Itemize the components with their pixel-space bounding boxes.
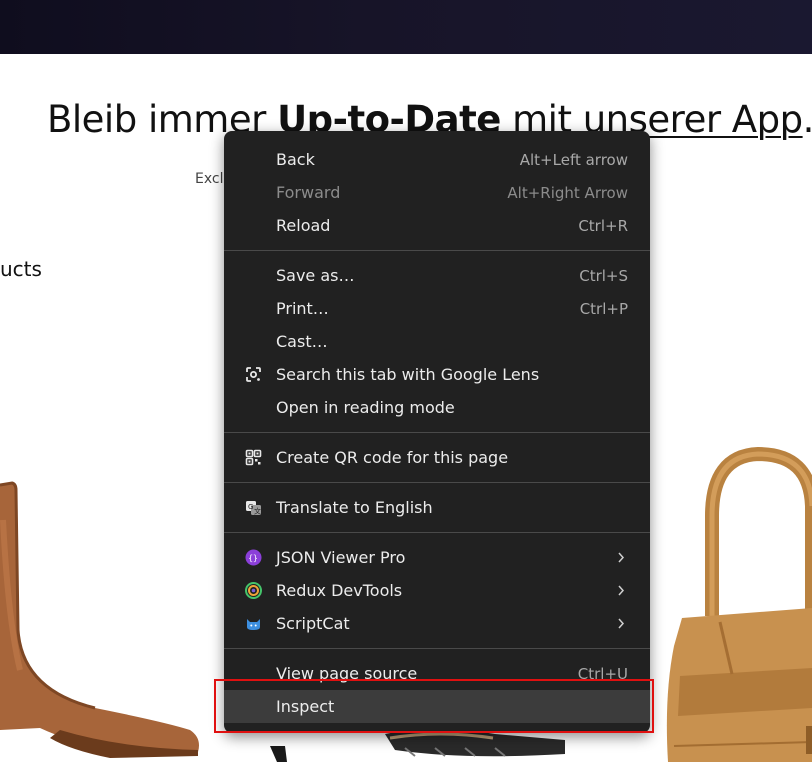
menu-item-shortcut: Alt+Left arrow xyxy=(519,150,628,169)
menu-item-label: JSON Viewer Pro xyxy=(276,548,406,567)
menu-item-label: ScriptCat xyxy=(276,614,350,633)
menu-separator xyxy=(224,250,650,251)
menu-separator xyxy=(224,482,650,483)
menu-item-scriptcat[interactable]: ScriptCat xyxy=(224,607,650,640)
menu-item-shortcut: Alt+Right Arrow xyxy=(507,183,628,202)
menu-separator xyxy=(224,532,650,533)
menu-item-label: Redux DevTools xyxy=(276,581,403,600)
menu-item-cast[interactable]: Cast… xyxy=(224,325,650,358)
google-lens-icon xyxy=(246,367,261,382)
menu-item-shortcut: Ctrl+R xyxy=(578,216,628,235)
chevron-right-icon xyxy=(618,552,625,563)
json-viewer-icon: {} xyxy=(245,549,262,566)
menu-item-json-viewer-pro[interactable]: {} JSON Viewer Pro xyxy=(224,541,650,574)
menu-separator xyxy=(224,648,650,649)
menu-item-reload[interactable]: Reload Ctrl+R xyxy=(224,209,650,242)
menu-item-label: Search this tab with Google Lens xyxy=(276,365,540,384)
handbag-product-image[interactable] xyxy=(660,446,812,762)
menu-item-label: Translate to English xyxy=(276,498,433,517)
context-menu: Back Alt+Left arrow Forward Alt+Right Ar… xyxy=(224,131,650,733)
menu-item-label: Back xyxy=(276,150,315,169)
menu-item-label: Forward xyxy=(276,183,341,202)
menu-item-shortcut: Ctrl+P xyxy=(579,299,628,318)
menu-item-google-lens[interactable]: Search this tab with Google Lens xyxy=(224,358,650,391)
menu-item-shortcut: Ctrl+S xyxy=(579,266,628,285)
web-page: Bleib immer Up-to-Date mit unserer App. … xyxy=(0,0,812,762)
svg-text:{}: {} xyxy=(248,554,258,563)
menu-item-label: Save as… xyxy=(276,266,355,285)
headline-period: . xyxy=(803,98,812,141)
menu-separator xyxy=(224,432,650,433)
menu-item-back[interactable]: Back Alt+Left arrow xyxy=(224,143,650,176)
scriptcat-icon xyxy=(247,619,260,630)
svg-text:G: G xyxy=(248,503,253,511)
products-heading: ucts xyxy=(0,257,42,281)
menu-item-redux-devtools[interactable]: Redux DevTools xyxy=(224,574,650,607)
menu-item-print[interactable]: Print… Ctrl+P xyxy=(224,292,650,325)
menu-item-save-as[interactable]: Save as… Ctrl+S xyxy=(224,259,650,292)
subtext: Excl xyxy=(195,171,224,187)
qr-code-icon xyxy=(245,449,262,466)
chevron-right-icon xyxy=(618,585,625,596)
menu-item-label: Create QR code for this page xyxy=(276,448,509,467)
menu-item-reading-mode[interactable]: Open in reading mode xyxy=(224,391,650,424)
menu-item-label: Cast… xyxy=(276,332,328,351)
header-banner xyxy=(0,0,812,54)
menu-item-qr-code[interactable]: Create QR code for this page xyxy=(224,441,650,474)
menu-item-forward[interactable]: Forward Alt+Right Arrow xyxy=(224,176,650,209)
chevron-right-icon xyxy=(618,618,625,629)
menu-item-label: Reload xyxy=(276,216,331,235)
highlight-annotation-box xyxy=(214,679,654,733)
redux-icon xyxy=(245,582,262,599)
boot-product-image[interactable] xyxy=(0,480,205,762)
translate-icon: G 文 xyxy=(246,501,261,516)
menu-item-label: Print… xyxy=(276,299,329,318)
menu-item-translate[interactable]: G 文 Translate to English xyxy=(224,491,650,524)
svg-text:文: 文 xyxy=(254,507,261,516)
menu-item-label: Open in reading mode xyxy=(276,398,455,417)
